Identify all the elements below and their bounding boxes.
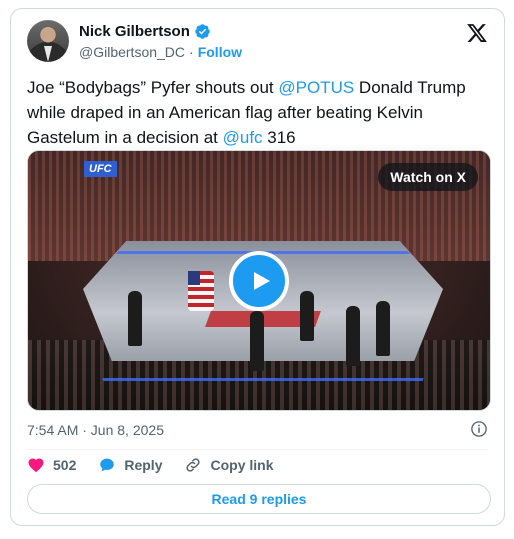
play-button[interactable] (229, 251, 289, 311)
author-handle[interactable]: @Gilbertson_DC (79, 44, 185, 60)
like-button[interactable]: 502 (27, 456, 76, 474)
link-icon (186, 458, 201, 472)
info-icon[interactable] (470, 420, 488, 438)
author-handle-row: @Gilbertson_DC · Follow (79, 44, 242, 60)
video-person (376, 301, 390, 356)
copy-link-label: Copy link (210, 457, 274, 473)
x-logo-icon[interactable] (466, 22, 488, 44)
tweet-text: Joe “Bodybags” Pyfer shouts out @POTUS D… (27, 75, 492, 150)
mention-ufc-link[interactable]: @ufc (223, 128, 263, 147)
tweet-text-segment: Joe “Bodybags” Pyfer shouts out (27, 78, 279, 97)
copy-link-button[interactable]: Copy link (184, 456, 274, 474)
tweet-timestamp[interactable]: 7:54 AM · Jun 8, 2025 (27, 422, 164, 438)
action-bar: 502 Reply Copy link (27, 456, 296, 474)
video-person (128, 291, 142, 346)
video-person (346, 306, 360, 366)
video-flag (188, 271, 214, 311)
verified-badge-icon (195, 24, 210, 39)
video-player[interactable]: UFC Watch on X (27, 150, 491, 411)
divider (27, 449, 488, 450)
watch-on-x-button[interactable]: Watch on X (378, 163, 478, 191)
reply-label: Reply (124, 457, 163, 473)
tweet-card: Nick Gilbertson @Gilbertson_DC · Follow … (10, 8, 505, 526)
follow-button[interactable]: Follow (198, 44, 242, 60)
avatar[interactable] (27, 20, 69, 62)
author-name[interactable]: Nick Gilbertson (79, 23, 190, 40)
tweet-text-segment: 316 (262, 128, 296, 147)
like-count: 502 (53, 457, 77, 473)
read-replies-button[interactable]: Read 9 replies (27, 484, 491, 514)
ufc-badge: UFC (84, 161, 117, 177)
mention-potus-link[interactable]: @POTUS (278, 78, 354, 97)
play-icon (254, 272, 270, 290)
separator-dot: · (189, 44, 194, 60)
heart-icon (28, 458, 44, 473)
video-person (250, 311, 264, 371)
video-person (300, 291, 314, 341)
reply-bubble-icon (100, 458, 115, 472)
author-name-row: Nick Gilbertson (79, 23, 211, 40)
reply-button[interactable]: Reply (98, 456, 162, 474)
